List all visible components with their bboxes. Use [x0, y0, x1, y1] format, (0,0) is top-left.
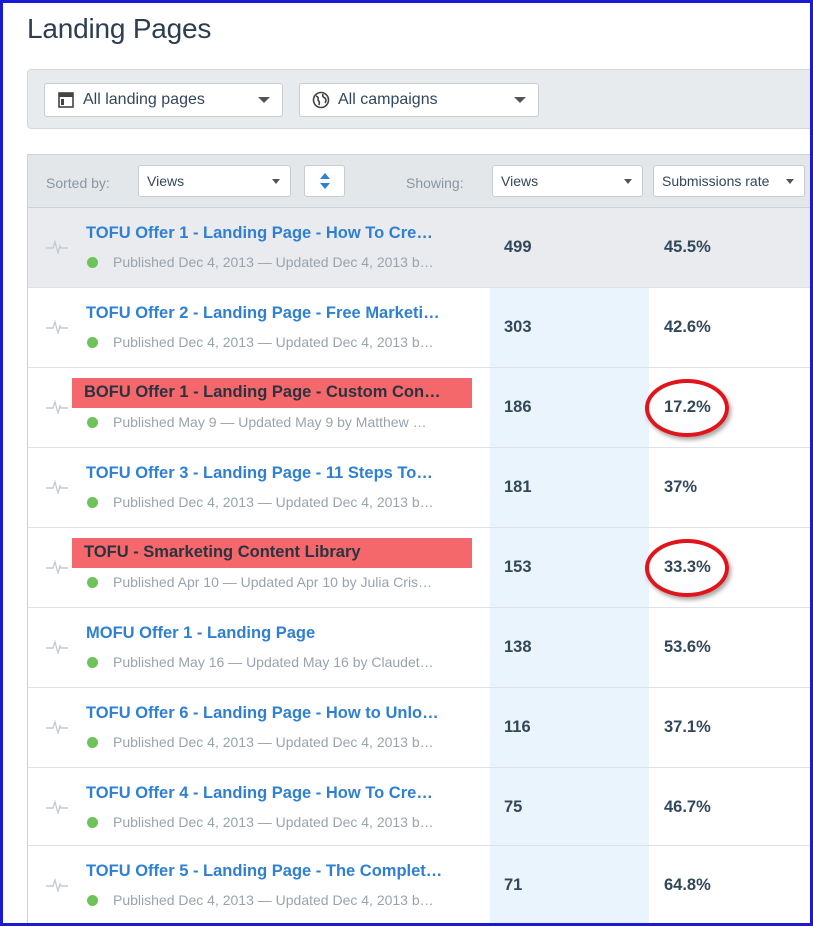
table-row[interactable]: BOFU Offer 1 - Landing Page - Custom Con… [28, 368, 810, 448]
pulse-icon [46, 480, 68, 494]
table-row[interactable]: MOFU Offer 1 - Landing Page Published Ma… [28, 608, 810, 688]
page-title-link[interactable]: TOFU - Smarketing Content Library [72, 538, 472, 568]
page-meta: Published May 9 — Updated May 9 by Matth… [113, 414, 427, 430]
submissions-rate: 37% [664, 478, 698, 496]
pulse-icon [46, 640, 68, 654]
sort-by-value: Views [147, 173, 185, 189]
page-title-link[interactable]: TOFU Offer 3 - Landing Page - 11 Steps T… [86, 464, 433, 483]
pulse-icon [46, 320, 68, 334]
views-count: 181 [504, 478, 532, 496]
table-row[interactable]: TOFU Offer 5 - Landing Page - The Comple… [28, 846, 810, 923]
sort-by-dropdown[interactable]: Views [138, 165, 291, 197]
views-count: 75 [504, 798, 523, 816]
table-row[interactable]: TOFU Offer 6 - Landing Page - How to Unl… [28, 688, 810, 768]
page-meta: Published Dec 4, 2013 — Updated Dec 4, 2… [113, 494, 434, 510]
published-status-dot [87, 817, 98, 828]
page-title-link[interactable]: MOFU Offer 1 - Landing Page [86, 624, 315, 643]
pulse-icon [46, 400, 68, 414]
submissions-rate: 37.1% [664, 718, 711, 736]
published-status-dot [87, 417, 98, 428]
published-status-dot [87, 337, 98, 348]
page-title-link[interactable]: TOFU Offer 4 - Landing Page - How To Cre… [86, 784, 433, 803]
page-title-link[interactable]: TOFU Offer 5 - Landing Page - The Comple… [86, 862, 442, 881]
campaigns-dropdown-label: All campaigns [338, 91, 438, 108]
sorted-by-label: Sorted by: [46, 175, 110, 191]
chevron-down-icon [272, 179, 280, 184]
published-status-dot [87, 497, 98, 508]
page-meta: Published Dec 4, 2013 — Updated Dec 4, 2… [113, 254, 434, 270]
page-meta: Published Dec 4, 2013 — Updated Dec 4, 2… [113, 892, 434, 908]
column2-value: Submissions rate [662, 173, 770, 189]
views-count: 153 [504, 558, 532, 576]
chevron-down-icon [786, 179, 794, 184]
page-title-link[interactable]: TOFU Offer 6 - Landing Page - How to Unl… [86, 704, 439, 723]
campaigns-dropdown[interactable]: All campaigns [299, 83, 539, 117]
submissions-rate: 64.8% [664, 876, 711, 894]
table-row[interactable]: TOFU Offer 1 - Landing Page - How To Cre… [28, 208, 810, 288]
views-count: 71 [504, 876, 523, 894]
page-meta: Published May 16 — Updated May 16 by Cla… [113, 654, 434, 670]
page-title-link[interactable]: BOFU Offer 1 - Landing Page - Custom Con… [72, 378, 472, 408]
pulse-icon [46, 560, 68, 574]
globe-icon [310, 90, 332, 110]
landing-pages-table: Sorted by: Views Showing: Views Submissi… [27, 154, 810, 923]
published-status-dot [87, 895, 98, 906]
published-status-dot [87, 657, 98, 668]
submissions-rate: 45.5% [664, 238, 711, 256]
landing-pages-dropdown[interactable]: All landing pages [44, 83, 283, 117]
published-status-dot [87, 737, 98, 748]
chevron-down-icon [624, 179, 632, 184]
showing-label: Showing: [406, 175, 464, 191]
chevron-down-icon [258, 97, 270, 103]
page-meta: Published Dec 4, 2013 — Updated Dec 4, 2… [113, 814, 434, 830]
views-count: 186 [504, 398, 532, 416]
page-meta: Published Dec 4, 2013 — Updated Dec 4, 2… [113, 334, 434, 350]
landing-pages-dropdown-label: All landing pages [83, 91, 205, 108]
screenshot-frame: Landing Pages All landing pages All camp… [0, 0, 813, 926]
page-title-link[interactable]: TOFU Offer 2 - Landing Page - Free Marke… [86, 304, 440, 323]
pulse-icon [46, 800, 68, 814]
page-meta: Published Dec 4, 2013 — Updated Dec 4, 2… [113, 734, 434, 750]
views-count: 138 [504, 638, 532, 656]
page-title-link[interactable]: TOFU Offer 1 - Landing Page - How To Cre… [86, 224, 433, 243]
pulse-icon [46, 720, 68, 734]
column2-dropdown[interactable]: Submissions rate [653, 165, 805, 197]
views-count: 303 [504, 318, 532, 336]
pulse-icon [46, 878, 68, 892]
table-row[interactable]: TOFU Offer 2 - Landing Page - Free Marke… [28, 288, 810, 368]
submissions-rate: 53.6% [664, 638, 711, 656]
submissions-rate: 46.7% [664, 798, 711, 816]
submissions-rate: 42.6% [664, 318, 711, 336]
pulse-icon [46, 240, 68, 254]
sort-direction-toggle[interactable] [304, 165, 345, 197]
table-row[interactable]: TOFU - Smarketing Content Library Publis… [28, 528, 810, 608]
chevron-down-icon [514, 97, 526, 103]
published-status-dot [87, 257, 98, 268]
views-count: 499 [504, 238, 532, 256]
layout-icon [55, 90, 77, 110]
sort-arrows-icon [319, 173, 330, 189]
views-count: 116 [504, 718, 531, 736]
column1-dropdown[interactable]: Views [492, 165, 643, 197]
annotation-circle [645, 539, 729, 597]
table-row[interactable]: TOFU Offer 4 - Landing Page - How To Cre… [28, 768, 810, 846]
filter-bar: All landing pages All campaigns [27, 69, 810, 129]
page-meta: Published Apr 10 — Updated Apr 10 by Jul… [113, 574, 433, 590]
column1-value: Views [501, 173, 539, 189]
annotation-circle [645, 379, 729, 437]
table-row[interactable]: TOFU Offer 3 - Landing Page - 11 Steps T… [28, 448, 810, 528]
table-header: Sorted by: Views Showing: Views Submissi… [28, 155, 810, 208]
page-title: Landing Pages [27, 13, 212, 44]
published-status-dot [87, 577, 98, 588]
